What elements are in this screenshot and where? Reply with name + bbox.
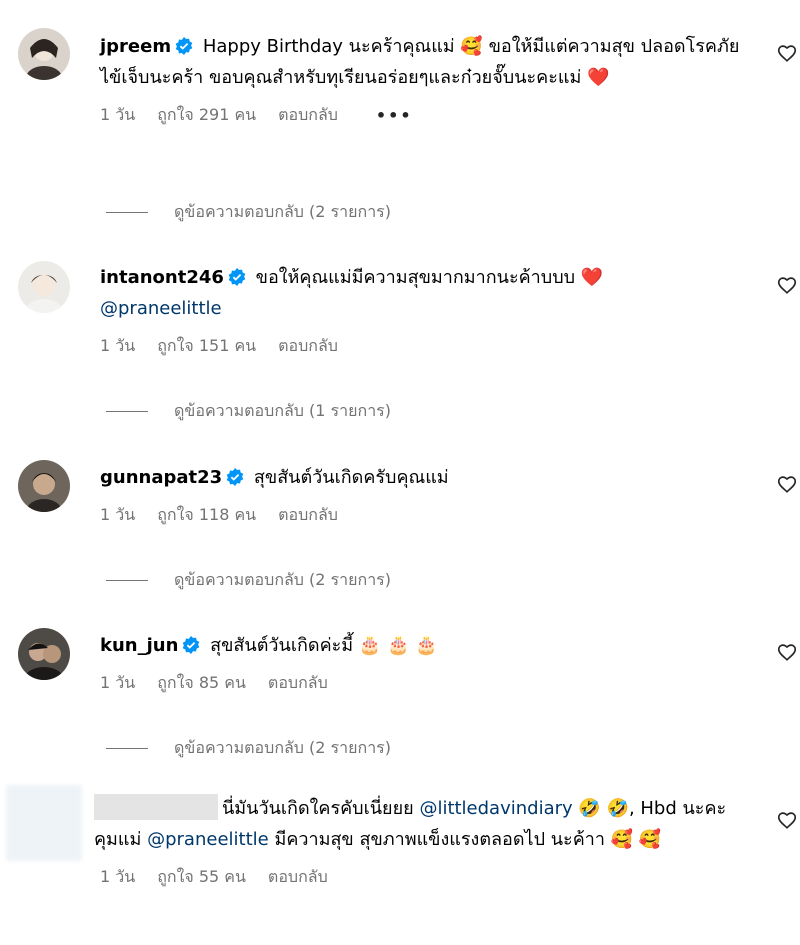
view-replies-label[interactable]: ดูข้อความตอบกลับ (2 รายการ) <box>174 200 391 225</box>
reply-button[interactable]: ตอบกลับ <box>278 334 338 359</box>
comment-meta: 1 วัน ถูกใจ 118 คน ตอบกลับ <box>100 504 740 526</box>
mention-link[interactable]: @praneelittle <box>147 829 269 850</box>
username[interactable]: gunnapat23 <box>100 467 222 488</box>
comment-text: intanont246 ขอให้คุณแม่มีความสุขมากมากนะ… <box>100 262 740 324</box>
like-count[interactable]: ถูกใจ 85 คน <box>157 671 246 696</box>
more-options-icon[interactable]: ••• <box>376 106 413 125</box>
comment-meta: 1 วัน ถูกใจ 55 คน ตอบกลับ <box>100 866 734 888</box>
comment-body: นี่มันวันเกิดใครคับเนี่ยยย <box>222 798 414 819</box>
view-replies-label[interactable]: ดูข้อความตอบกลับ (2 รายการ) <box>174 736 391 761</box>
avatar[interactable] <box>6 785 82 861</box>
view-replies[interactable]: ดูข้อความตอบกลับ (2 รายการ) <box>106 736 391 761</box>
comment-time[interactable]: 1 วัน <box>100 671 135 696</box>
reply-button[interactable]: ตอบกลับ <box>268 671 328 696</box>
verified-badge-icon <box>175 34 193 55</box>
username[interactable]: kun_jun <box>100 635 178 656</box>
heart-outline-icon <box>777 644 797 661</box>
view-replies-label[interactable]: ดูข้อความตอบกลับ (1 รายการ) <box>174 399 391 424</box>
comment-time[interactable]: 1 วัน <box>100 103 135 128</box>
rofl-emoji: 🤣 🤣 <box>578 798 629 819</box>
like-count[interactable]: ถูกใจ 151 คน <box>157 334 256 359</box>
birthday-cake-emoji: 🎂 🎂 🎂 <box>358 635 438 656</box>
reply-button[interactable]: ตอบกลับ <box>268 865 328 890</box>
comment-text: kun_jun สุขสันต์วันเกิดค่ะมี้ 🎂 🎂 🎂 <box>100 630 740 661</box>
heart-outline-icon <box>777 45 797 62</box>
comment-text: jpreem Happy Birthday นะคร้าคุณแม่ 🥰 ขอใ… <box>100 31 740 93</box>
comment-body: สุขสันต์วันเกิดค่ะมี้ <box>210 635 354 656</box>
heart-outline-icon <box>777 476 797 493</box>
heart-outline-icon <box>777 812 797 829</box>
view-replies[interactable]: ดูข้อความตอบกลับ (2 รายการ) <box>106 568 391 593</box>
mention-link[interactable]: @praneelittle <box>100 298 222 319</box>
verified-badge-icon <box>182 633 200 654</box>
reply-button[interactable]: ตอบกลับ <box>278 103 338 128</box>
avatar[interactable] <box>18 261 70 313</box>
view-replies[interactable]: ดูข้อความตอบกลับ (1 รายการ) <box>106 399 391 424</box>
comment-text: นี่มันวันเกิดใครคับเนี่ยยย @littledavind… <box>94 793 734 855</box>
like-count[interactable]: ถูกใจ 291 คน <box>157 103 256 128</box>
comment-meta: 1 วัน ถูกใจ 151 คน ตอบกลับ <box>100 335 740 357</box>
like-button[interactable] <box>776 641 798 663</box>
comment-text: gunnapat23 สุขสันต์วันเกิดครับคุณแม่ <box>100 462 740 493</box>
username[interactable]: intanont246 <box>100 267 224 288</box>
verified-badge-icon <box>226 465 244 486</box>
like-button[interactable] <box>776 42 798 64</box>
divider <box>106 748 148 749</box>
like-count[interactable]: ถูกใจ 118 คน <box>157 503 256 528</box>
comment-meta: 1 วัน ถูกใจ 85 คน ตอบกลับ <box>100 672 740 694</box>
red-heart-emoji: ❤️ <box>587 67 610 88</box>
comment-time[interactable]: 1 วัน <box>100 334 135 359</box>
heart-outline-icon <box>777 277 797 294</box>
smiling-hearts-emoji: 🥰 <box>460 36 483 57</box>
reply-button[interactable]: ตอบกลับ <box>278 503 338 528</box>
comment-time[interactable]: 1 วัน <box>100 503 135 528</box>
comment-meta: 1 วัน ถูกใจ 291 คน ตอบกลับ ••• <box>100 104 740 126</box>
like-button[interactable] <box>776 809 798 831</box>
divider <box>106 580 148 581</box>
username[interactable]: jpreem <box>100 36 171 57</box>
redacted-username <box>94 794 218 820</box>
like-count[interactable]: ถูกใจ 55 คน <box>157 865 246 890</box>
comment-body: ขอให้คุณแม่มีความสุขมากมากนะค้าบบบ <box>255 267 576 288</box>
like-button[interactable] <box>776 274 798 296</box>
like-button[interactable] <box>776 473 798 495</box>
comment-time[interactable]: 1 วัน <box>100 865 135 890</box>
avatar[interactable] <box>18 28 70 80</box>
avatar[interactable] <box>18 460 70 512</box>
verified-badge-icon <box>228 265 246 286</box>
view-replies[interactable]: ดูข้อความตอบกลับ (2 รายการ) <box>106 200 391 225</box>
divider <box>106 212 148 213</box>
avatar[interactable] <box>18 628 70 680</box>
comment-body: สุขสันต์วันเกิดครับคุณแม่ <box>253 467 449 488</box>
red-heart-emoji: ❤️ <box>580 267 604 288</box>
comment-body: Happy Birthday นะคร้าคุณแม่ <box>202 36 455 57</box>
smiling-hearts-emoji: 🥰 🥰 <box>610 829 662 850</box>
view-replies-label[interactable]: ดูข้อความตอบกลับ (2 รายการ) <box>174 568 391 593</box>
divider <box>106 411 148 412</box>
comment-body: มีความสุข สุขภาพแข็งแรงตลอดไป นะค้าา <box>274 829 605 850</box>
mention-link[interactable]: @littledavindiary <box>419 798 572 819</box>
